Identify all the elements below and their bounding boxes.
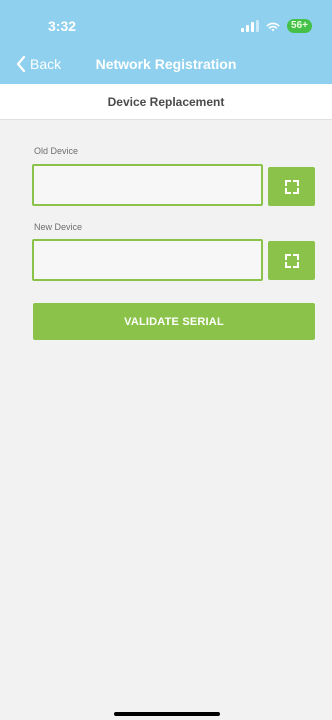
device-replacement-screen: 3:32 56+ Back Network Registration Devic… bbox=[0, 0, 332, 720]
new-device-scan-button[interactable] bbox=[268, 241, 315, 280]
home-indicator[interactable] bbox=[114, 712, 220, 716]
battery-icon: 56+ bbox=[287, 19, 312, 33]
app-header: 3:32 56+ Back Network Registration bbox=[0, 0, 332, 84]
old-device-label: Old Device bbox=[34, 146, 79, 156]
scan-frame-icon bbox=[284, 253, 299, 268]
signal-icon bbox=[241, 20, 260, 32]
scan-frame-icon bbox=[284, 179, 299, 194]
new-device-input[interactable] bbox=[32, 239, 263, 281]
status-icons: 56+ bbox=[241, 18, 312, 34]
section-title: Device Replacement bbox=[0, 84, 332, 120]
new-device-label: New Device bbox=[34, 222, 83, 232]
old-device-scan-button[interactable] bbox=[268, 167, 315, 206]
status-time: 3:32 bbox=[48, 18, 77, 34]
validate-serial-button[interactable]: VALIDATE SERIAL bbox=[33, 303, 315, 340]
wifi-icon bbox=[266, 22, 280, 32]
old-device-input[interactable] bbox=[32, 164, 263, 206]
nav-title: Network Registration bbox=[95, 56, 237, 72]
